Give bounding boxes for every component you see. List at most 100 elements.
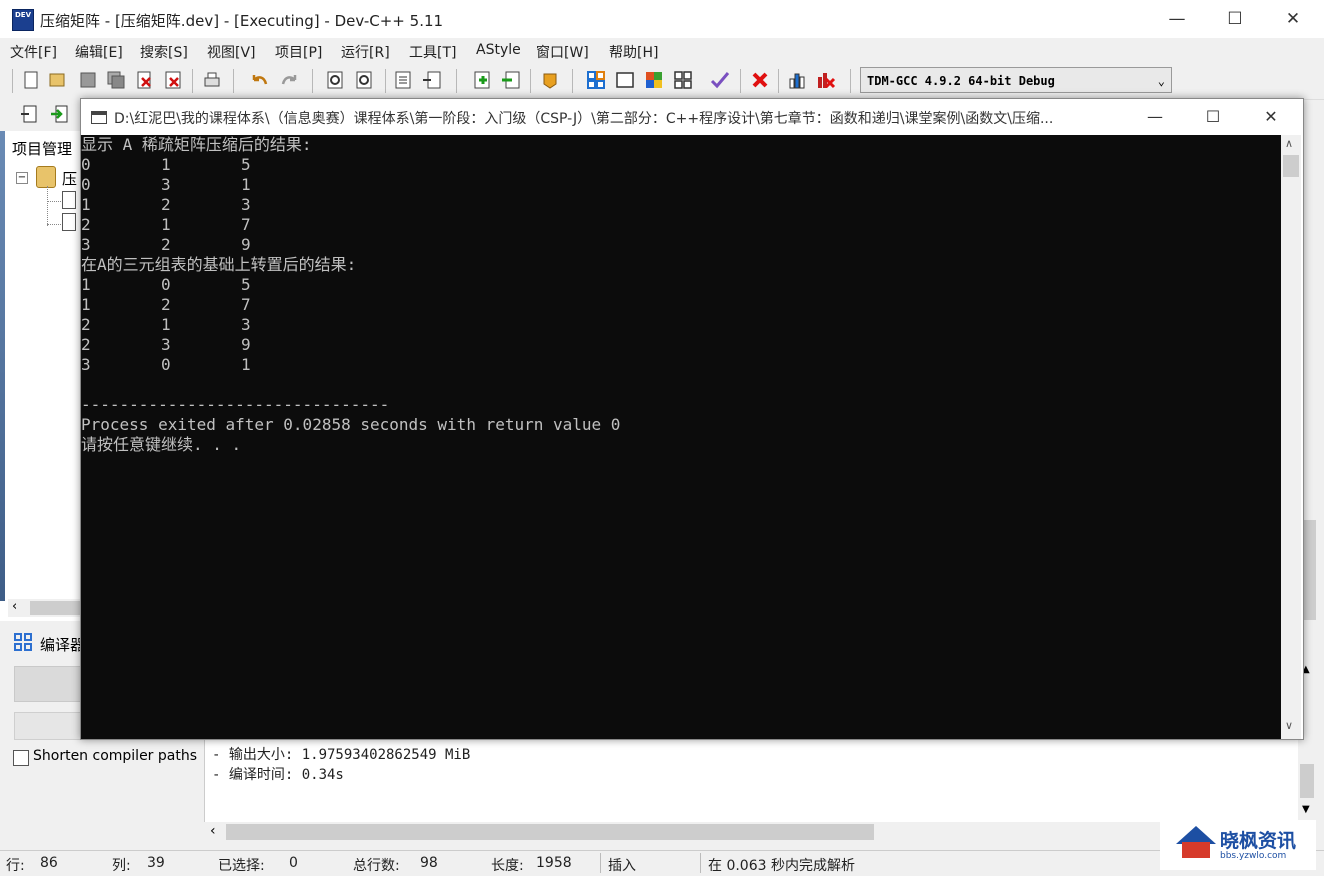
toolbar-separator bbox=[850, 69, 851, 93]
menu-search[interactable]: 搜索[S] bbox=[140, 42, 188, 62]
compile-run-icon[interactable] bbox=[643, 69, 665, 91]
compiler-select[interactable]: TDM-GCC 4.9.2 64-bit Debug ⌄ bbox=[860, 67, 1172, 93]
cell-value: 9 bbox=[241, 335, 251, 354]
devcpp-app-icon: DEV bbox=[12, 9, 34, 31]
redo-icon[interactable] bbox=[278, 69, 300, 91]
menu-project[interactable]: 项目[P] bbox=[275, 42, 322, 62]
source-file-icon[interactable] bbox=[62, 213, 76, 231]
status-lines-value: 98 bbox=[420, 855, 438, 871]
find-icon[interactable] bbox=[325, 69, 347, 91]
menu-view[interactable]: 视图[V] bbox=[207, 42, 256, 62]
menu-edit[interactable]: 编辑[E] bbox=[75, 42, 123, 62]
compiler-select-value: TDM-GCC 4.9.2 64-bit Debug bbox=[867, 74, 1055, 88]
insert-icon[interactable] bbox=[18, 103, 40, 125]
stop-execution-icon[interactable] bbox=[749, 69, 771, 91]
status-insert-mode: 插入 bbox=[608, 858, 636, 874]
rebuild-all-icon[interactable] bbox=[672, 69, 694, 91]
console-close-button[interactable]: ✕ bbox=[1242, 99, 1300, 135]
console-maximize-button[interactable]: ☐ bbox=[1184, 99, 1242, 135]
project-options-icon[interactable] bbox=[539, 69, 561, 91]
undo-icon[interactable] bbox=[249, 69, 271, 91]
compiler-tab-icon bbox=[14, 633, 32, 651]
scroll-down-icon[interactable]: ∨ bbox=[1285, 719, 1293, 732]
tab-compiler[interactable]: 编译器 bbox=[40, 634, 85, 655]
project-manager-tab[interactable]: 项目管理 bbox=[12, 138, 72, 159]
console-minimize-button[interactable]: — bbox=[1126, 99, 1184, 135]
watermark-logo: 晓枫资讯 bbs.yzwlo.com bbox=[1160, 820, 1316, 870]
scrollbar-thumb[interactable] bbox=[226, 824, 874, 840]
console-continue-prompt: 请按任意键继续. . . bbox=[81, 435, 242, 454]
save-icon[interactable] bbox=[77, 69, 99, 91]
menu-astyle[interactable]: AStyle bbox=[476, 42, 521, 58]
log-horizontal-scrollbar[interactable]: ‹ bbox=[204, 822, 1298, 842]
status-separator bbox=[600, 853, 601, 873]
menu-file[interactable]: 文件[F] bbox=[10, 42, 57, 62]
scroll-left-icon[interactable]: ‹ bbox=[210, 823, 216, 839]
project-folder-icon bbox=[36, 166, 56, 188]
menu-window[interactable]: 窗口[W] bbox=[536, 42, 589, 62]
triple-row: 2 3 9 bbox=[81, 335, 381, 355]
main-title-bar: DEV 压缩矩阵 - [压缩矩阵.dev] - [Executing] - De… bbox=[0, 0, 1324, 38]
shorten-compiler-paths-checkbox[interactable] bbox=[13, 750, 29, 766]
syntax-check-icon[interactable] bbox=[709, 69, 731, 91]
tree-collapse-icon[interactable]: − bbox=[16, 172, 28, 184]
profile-chart-icon[interactable] bbox=[787, 69, 809, 91]
source-file-icon[interactable] bbox=[62, 191, 76, 209]
console-title: D:\红泥巴\我的课程体系\（信息奥赛）课程体系\第一阶段：入门级（CSP-J）… bbox=[114, 111, 1054, 127]
scroll-down-icon[interactable]: ▼ bbox=[1302, 804, 1310, 815]
compile-icon[interactable] bbox=[585, 69, 607, 91]
secondary-toolbar bbox=[0, 99, 80, 131]
desktop-edge bbox=[0, 131, 5, 601]
bookmark-icon[interactable] bbox=[421, 69, 443, 91]
minimize-button[interactable]: — bbox=[1148, 0, 1206, 38]
close-button[interactable]: ✕ bbox=[1264, 0, 1322, 38]
status-row-label: 行: bbox=[6, 858, 25, 874]
console-divider: -------------------------------- bbox=[81, 395, 390, 414]
delete-profile-icon[interactable] bbox=[815, 69, 837, 91]
col-index: 2 bbox=[161, 195, 171, 214]
goto-line-icon[interactable] bbox=[392, 69, 414, 91]
scrollbar-thumb[interactable] bbox=[1283, 155, 1299, 177]
row-index: 2 bbox=[81, 215, 91, 234]
remove-from-project-icon[interactable] bbox=[500, 69, 522, 91]
scroll-left-icon[interactable]: ‹ bbox=[12, 599, 17, 614]
cell-value: 7 bbox=[241, 215, 251, 234]
console-window[interactable]: D:\红泥巴\我的课程体系\（信息奥赛）课程体系\第一阶段：入门级（CSP-J）… bbox=[80, 98, 1304, 740]
scroll-up-icon[interactable]: ∧ bbox=[1285, 137, 1293, 150]
status-length-label: 长度: bbox=[491, 858, 524, 874]
toolbar-separator bbox=[572, 69, 573, 93]
row-index: 2 bbox=[81, 335, 91, 354]
tree-line bbox=[47, 201, 61, 202]
save-all-icon[interactable] bbox=[105, 69, 127, 91]
maximize-button[interactable]: ☐ bbox=[1206, 0, 1264, 38]
project-tree-root[interactable]: 压 bbox=[62, 168, 77, 189]
cell-value: 5 bbox=[241, 155, 251, 174]
status-col-label: 列: bbox=[112, 858, 131, 874]
open-file-icon[interactable] bbox=[46, 69, 68, 91]
triple-row: 2 1 7 bbox=[81, 215, 381, 235]
status-col-value: 39 bbox=[147, 855, 165, 871]
menu-help[interactable]: 帮助[H] bbox=[609, 42, 658, 62]
new-file-icon[interactable] bbox=[20, 69, 42, 91]
menu-bar: 文件[F] 编辑[E] 搜索[S] 视图[V] 项目[P] 运行[R] 工具[T… bbox=[0, 38, 1324, 62]
scrollbar-thumb[interactable] bbox=[1300, 764, 1314, 798]
add-to-project-icon[interactable] bbox=[472, 69, 494, 91]
toolbar-separator bbox=[530, 69, 531, 93]
triple-row: 1 2 7 bbox=[81, 295, 381, 315]
cell-value: 9 bbox=[241, 235, 251, 254]
menu-tools[interactable]: 工具[T] bbox=[409, 42, 456, 62]
run-icon[interactable] bbox=[614, 69, 636, 91]
console-vertical-scrollbar[interactable]: ∧ ∨ bbox=[1281, 135, 1301, 739]
row-index: 2 bbox=[81, 315, 91, 334]
close-all-icon[interactable] bbox=[162, 69, 184, 91]
menu-run[interactable]: 运行[R] bbox=[341, 42, 390, 62]
tree-line bbox=[47, 224, 61, 225]
replace-icon[interactable] bbox=[354, 69, 376, 91]
status-selected-label: 已选择: bbox=[218, 858, 265, 874]
print-icon[interactable] bbox=[201, 69, 223, 91]
console-exit-message: Process exited after 0.02858 seconds wit… bbox=[81, 415, 621, 434]
cell-value: 3 bbox=[241, 195, 251, 214]
console-output[interactable]: 显示 A 稀疏矩阵压缩后的结果: 015 031 123 217 329 在A的… bbox=[81, 135, 1281, 739]
close-file-icon[interactable] bbox=[134, 69, 156, 91]
toggle-icon[interactable] bbox=[48, 103, 70, 125]
